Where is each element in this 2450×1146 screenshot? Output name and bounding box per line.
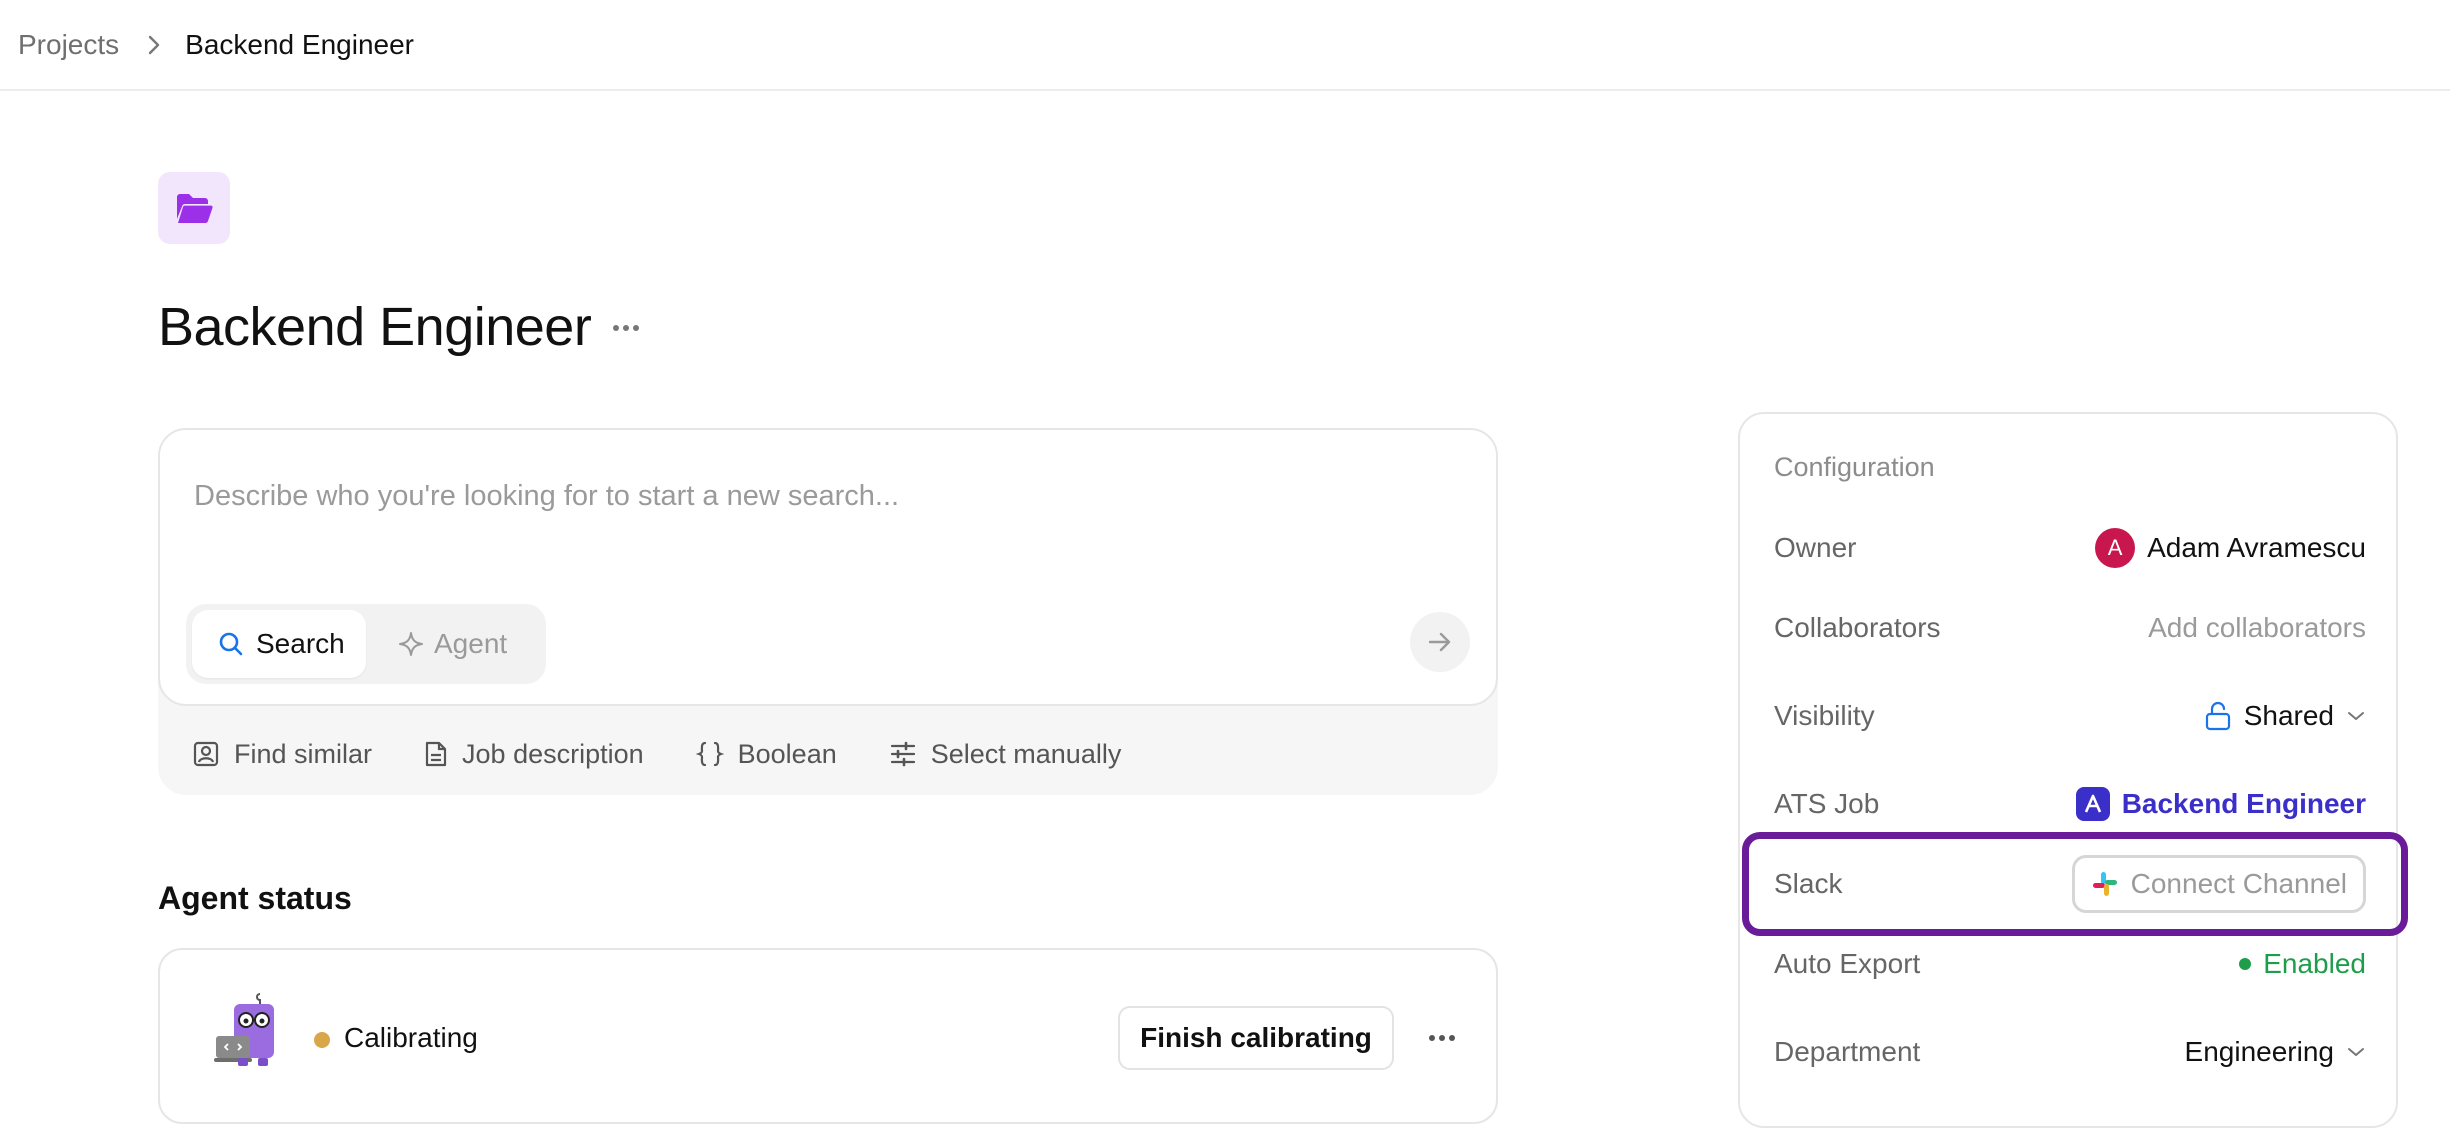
breadcrumb-current: Backend Engineer bbox=[185, 28, 414, 60]
document-icon bbox=[425, 741, 447, 767]
chevron-right-icon bbox=[147, 34, 161, 56]
breadcrumb: Projects Backend Engineer bbox=[0, 0, 2450, 91]
select-manually-label: Select manually bbox=[930, 738, 1122, 769]
department-value: Engineering bbox=[2184, 1036, 2334, 1067]
ats-job-link[interactable]: Backend Engineer bbox=[2075, 787, 2366, 821]
sparkle-icon bbox=[399, 632, 423, 656]
auto-export-label: Auto Export bbox=[1774, 948, 1921, 979]
config-row-auto-export: Auto Export Enabled bbox=[1774, 936, 2366, 992]
agent-status-heading: Agent status bbox=[158, 880, 352, 916]
collaborators-label: Collaborators bbox=[1774, 612, 1941, 643]
select-manually-button[interactable]: Select manually bbox=[889, 738, 1122, 770]
ats-logo-icon bbox=[2075, 787, 2110, 821]
chevron-down-icon bbox=[2348, 712, 2364, 720]
configuration-title: Configuration bbox=[1774, 452, 1935, 482]
owner-name: Adam Avramescu bbox=[2147, 532, 2366, 563]
config-row-visibility: Visibility Shared bbox=[1774, 688, 2366, 744]
chevron-down-icon bbox=[2348, 1048, 2364, 1056]
department-dropdown[interactable]: Engineering bbox=[2185, 1036, 2366, 1068]
ats-job-label: ATS Job bbox=[1774, 788, 1880, 819]
visibility-value: Shared bbox=[2243, 700, 2334, 731]
owner-label: Owner bbox=[1774, 532, 1857, 563]
arrow-right-icon bbox=[1428, 632, 1451, 652]
visibility-label: Visibility bbox=[1774, 700, 1875, 731]
finish-calibrating-button[interactable]: Finish calibrating bbox=[1118, 1006, 1394, 1070]
unlock-icon bbox=[2205, 701, 2230, 731]
mode-agent-label: Agent bbox=[434, 628, 508, 659]
boolean-button[interactable]: Boolean bbox=[695, 738, 837, 770]
more-options-icon[interactable] bbox=[610, 312, 642, 344]
mode-search-button[interactable]: Search bbox=[192, 610, 366, 678]
status-indicator-dot bbox=[314, 1032, 330, 1048]
braces-icon bbox=[695, 741, 724, 767]
slack-row-highlight bbox=[1742, 832, 2408, 936]
owner-value[interactable]: A Adam Avramescu bbox=[2095, 528, 2366, 568]
config-row-owner: Owner A Adam Avramescu bbox=[1774, 520, 2366, 576]
quick-actions: Find similar Job description Boolean Sel… bbox=[192, 728, 1173, 780]
job-description-label: Job description bbox=[462, 738, 644, 769]
config-row-collaborators: Collaborators Add collaborators bbox=[1774, 600, 2366, 656]
sliders-icon bbox=[890, 741, 915, 767]
mode-search-label: Search bbox=[256, 628, 345, 659]
auto-export-value: Enabled bbox=[2263, 948, 2366, 979]
breadcrumb-projects-link[interactable]: Projects bbox=[18, 29, 119, 61]
project-icon-tile bbox=[158, 172, 230, 244]
find-similar-button[interactable]: Find similar bbox=[192, 739, 372, 770]
user-square-icon bbox=[193, 741, 219, 767]
agent-status-text: Calibrating bbox=[344, 1022, 478, 1053]
visibility-dropdown[interactable]: Shared bbox=[2204, 700, 2366, 732]
send-button[interactable] bbox=[1410, 612, 1470, 672]
agent-status-card: Calibrating Finish calibrating bbox=[158, 948, 1498, 1124]
more-options-icon[interactable] bbox=[1424, 1022, 1460, 1054]
find-similar-label: Find similar bbox=[234, 738, 373, 769]
search-composer: Describe who you're looking for to start… bbox=[158, 428, 1498, 795]
job-description-button[interactable]: Job description bbox=[424, 739, 644, 770]
search-icon bbox=[219, 632, 243, 656]
page-title: Backend Engineer bbox=[158, 297, 592, 357]
add-collaborators-button[interactable]: Add collaborators bbox=[2148, 612, 2366, 644]
mode-agent-button[interactable]: Agent bbox=[386, 610, 536, 678]
enabled-status-dot bbox=[2239, 958, 2252, 970]
auto-export-toggle[interactable]: Enabled bbox=[2239, 948, 2366, 980]
configuration-panel: Configuration Owner A Adam Avramescu Col… bbox=[1738, 412, 2398, 1128]
folder-open-icon bbox=[177, 194, 213, 223]
search-input-box[interactable]: Describe who you're looking for to start… bbox=[158, 428, 1498, 706]
avatar: A bbox=[2095, 528, 2136, 568]
department-label: Department bbox=[1774, 1036, 1921, 1067]
mode-toggle: Search Agent bbox=[186, 604, 546, 684]
robot-agent-icon bbox=[214, 993, 274, 1066]
ats-job-value: Backend Engineer bbox=[2121, 788, 2366, 819]
config-row-department: Department Engineering bbox=[1774, 1024, 2366, 1080]
boolean-label: Boolean bbox=[737, 738, 837, 769]
config-row-ats-job: ATS Job Backend Engineer bbox=[1774, 776, 2366, 832]
search-input[interactable]: Describe who you're looking for to start… bbox=[194, 480, 899, 513]
